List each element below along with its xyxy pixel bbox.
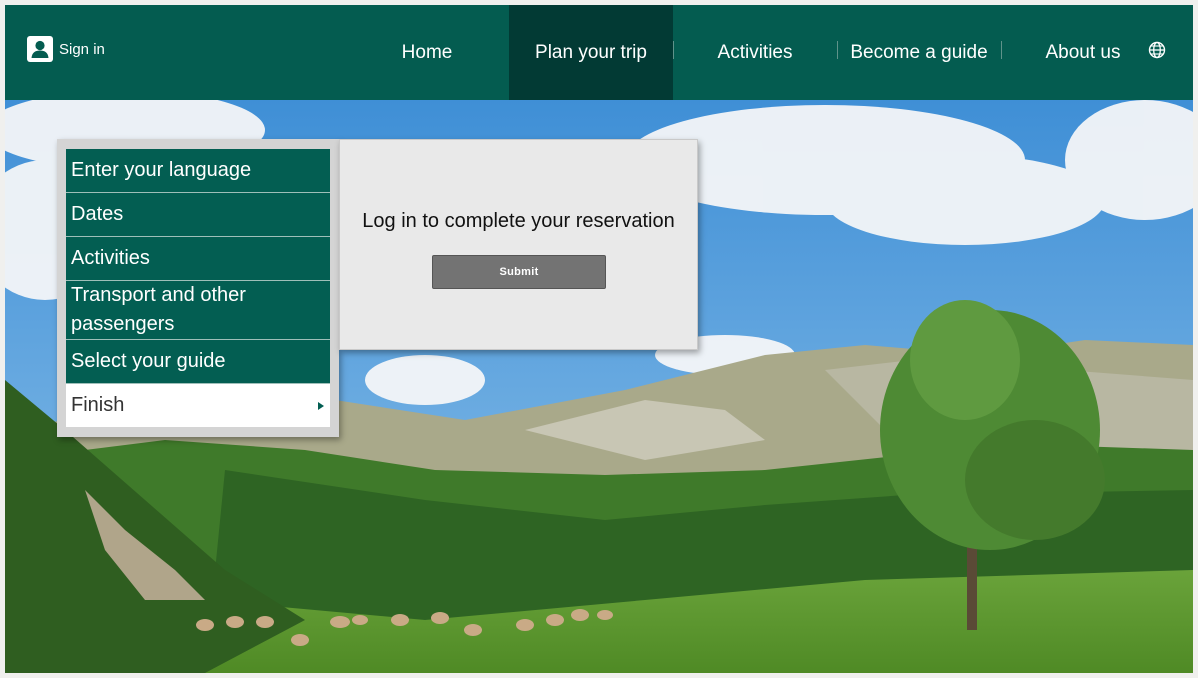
login-prompt-card: Log in to complete your reservation Subm… xyxy=(339,139,698,350)
step-dates[interactable]: Dates xyxy=(66,193,330,237)
submit-button[interactable]: Submit xyxy=(432,255,606,289)
top-navigation-bar: Sign in Home Plan your trip Activities B… xyxy=(5,5,1193,100)
step-activities[interactable]: Activities xyxy=(66,237,330,281)
nav-plan-your-trip[interactable]: Plan your trip xyxy=(509,5,673,100)
step-transport-and-other-passengers[interactable]: Transport and other passengers xyxy=(66,281,330,340)
globe-icon[interactable] xyxy=(1148,41,1166,59)
step-enter-your-language[interactable]: Enter your language xyxy=(66,149,330,193)
trip-steps-list: Enter your language Dates Activities Tra… xyxy=(66,149,330,427)
sign-in-link[interactable]: Sign in xyxy=(27,36,105,62)
user-icon xyxy=(27,36,53,62)
nav-activities[interactable]: Activities xyxy=(673,5,837,100)
trip-steps-panel: Enter your language Dates Activities Tra… xyxy=(57,139,339,437)
nav-become-a-guide[interactable]: Become a guide xyxy=(837,5,1001,100)
page-frame: Sign in Home Plan your trip Activities B… xyxy=(5,5,1193,673)
login-message: Log in to complete your reservation xyxy=(362,210,675,232)
arrow-right-icon xyxy=(318,401,324,410)
nav-about-us[interactable]: About us xyxy=(1001,5,1165,100)
step-finish-label: Finish xyxy=(71,394,125,416)
sign-in-label: Sign in xyxy=(59,40,105,58)
step-select-your-guide[interactable]: Select your guide xyxy=(66,340,330,384)
step-finish[interactable]: Finish xyxy=(66,384,330,427)
nav-home[interactable]: Home xyxy=(345,5,509,100)
